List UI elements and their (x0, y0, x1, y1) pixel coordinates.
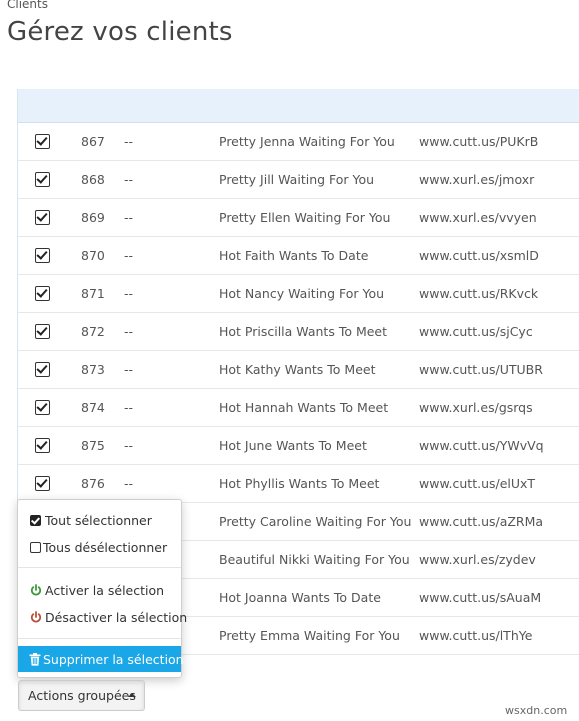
row-dash: -- (124, 400, 134, 415)
checkbox-empty-icon (30, 542, 41, 553)
row-id: 870 (81, 248, 105, 263)
row-url: www.cutt.us/YWvVq (419, 438, 544, 453)
row-dash: -- (124, 324, 134, 339)
row-url: www.cutt.us/sAuaM (419, 590, 542, 605)
row-id: 871 (81, 286, 105, 301)
table-row[interactable]: 868 -- Pretty Jill Waiting For You www.xurl… (18, 161, 579, 199)
row-id: 869 (81, 210, 105, 225)
row-title: Hot Priscilla Wants To Meet (219, 324, 388, 339)
menu-item-deselect-all[interactable]: Tous désélectionner (18, 534, 181, 560)
table-row[interactable]: 876 -- Hot Phyllis Wants To Meet www.cutt.u… (18, 465, 579, 503)
row-checkbox[interactable] (35, 438, 50, 453)
row-url: www.cutt.us/RKvck (419, 286, 539, 301)
row-dash: -- (124, 476, 134, 491)
row-dash: -- (124, 210, 134, 225)
row-title: Hot Nancy Waiting For You (219, 286, 385, 301)
row-checkbox[interactable] (35, 172, 50, 187)
bulk-actions-button[interactable]: Actions groupées (18, 680, 145, 711)
menu-divider (18, 567, 181, 568)
table-row[interactable]: 873 -- Hot Kathy Wants To Meet www.cutt.us/… (18, 351, 579, 389)
menu-item-activate[interactable]: Activer la sélection (18, 577, 181, 603)
row-url: www.xurl.es/gsrqs (419, 400, 533, 415)
table-row[interactable]: 872 -- Hot Priscilla Wants To Meet www.cutt… (18, 313, 579, 351)
page-title: Gérez vos clients (7, 17, 233, 47)
table-row[interactable]: 870 -- Hot Faith Wants To Date www.cutt.us/… (18, 237, 579, 275)
table-row[interactable]: 867 -- Pretty Jenna Waiting For You www.cut… (18, 123, 579, 161)
row-checkbox[interactable] (35, 248, 50, 263)
row-dash: -- (124, 438, 134, 453)
row-id: 867 (81, 134, 105, 149)
row-url: www.cutt.us/lThYe (419, 628, 533, 643)
row-checkbox[interactable] (35, 134, 50, 149)
row-id: 875 (81, 438, 105, 453)
trash-icon (29, 653, 41, 666)
table-row[interactable]: 874 -- Hot Hannah Wants To Meet www.xurl.es… (18, 389, 579, 427)
row-dash: -- (124, 134, 134, 149)
breadcrumb[interactable]: Clients (7, 0, 48, 11)
row-title: Pretty Emma Waiting For You (219, 628, 400, 643)
row-checkbox[interactable] (35, 324, 50, 339)
row-url: www.cutt.us/xsmlD (419, 248, 539, 263)
row-title: Pretty Jill Waiting For You (219, 172, 375, 187)
row-url: www.xurl.es/jmoxr (419, 172, 535, 187)
row-title: Pretty Caroline Waiting For You (219, 514, 412, 529)
row-title: Hot June Wants To Meet (219, 438, 367, 453)
row-url: www.cutt.us/aZRMa (419, 514, 544, 529)
table-header (18, 89, 579, 123)
table-row[interactable]: 871 -- Hot Nancy Waiting For You www.cutt.u… (18, 275, 579, 313)
row-title: Pretty Ellen Waiting For You (219, 210, 391, 225)
row-id: 874 (81, 400, 105, 415)
row-dash: -- (124, 172, 134, 187)
menu-item-select-all[interactable]: Tout sélectionner (18, 507, 181, 533)
row-url: www.cutt.us/sjCyc (419, 324, 533, 339)
menu-item-deactivate[interactable]: Désactiver la sélection (18, 604, 187, 630)
bulk-actions-menu: Tout sélectionner Tous désélectionner Ac… (17, 499, 187, 678)
row-url: www.cutt.us/UTUBR (419, 362, 543, 377)
power-icon (30, 584, 42, 596)
row-url: www.cutt.us/elUxT (419, 476, 536, 491)
row-title: Pretty Jenna Waiting For You (219, 134, 395, 149)
row-title: Hot Hannah Wants To Meet (219, 400, 389, 415)
row-dash: -- (124, 248, 134, 263)
row-url: www.xurl.es/vvyen (419, 210, 537, 225)
menu-divider (18, 638, 181, 639)
table-row[interactable]: 869 -- Pretty Ellen Waiting For You www.xur… (18, 199, 579, 237)
row-checkbox[interactable] (35, 210, 50, 225)
row-dash: -- (124, 286, 134, 301)
row-checkbox[interactable] (35, 286, 50, 301)
row-id: 873 (81, 362, 105, 377)
menu-item-delete[interactable]: Supprimer la sélection (18, 646, 184, 672)
row-checkbox[interactable] (35, 362, 50, 377)
row-title: Hot Kathy Wants To Meet (219, 362, 376, 377)
row-title: Hot Faith Wants To Date (219, 248, 369, 263)
row-title: Hot Joanna Wants To Date (219, 590, 381, 605)
row-title: Hot Phyllis Wants To Meet (219, 476, 380, 491)
checkbox-checked-icon (30, 515, 41, 526)
row-id: 876 (81, 476, 105, 491)
page-header: Clients Gérez vos clients (0, 0, 579, 89)
row-id: 868 (81, 172, 105, 187)
watermark: wsxdn.com (505, 704, 568, 717)
power-icon (30, 611, 42, 623)
row-checkbox[interactable] (35, 476, 50, 491)
row-checkbox[interactable] (35, 400, 50, 415)
row-id: 872 (81, 324, 105, 339)
caret-up-icon (128, 693, 136, 697)
table-row[interactable]: 875 -- Hot June Wants To Meet www.cutt.us/Y… (18, 427, 579, 465)
row-dash: -- (124, 362, 134, 377)
row-title: Beautiful Nikki Waiting For You (219, 552, 410, 567)
row-url: www.xurl.es/zydev (419, 552, 536, 567)
row-url: www.cutt.us/PUKrB (419, 134, 539, 149)
